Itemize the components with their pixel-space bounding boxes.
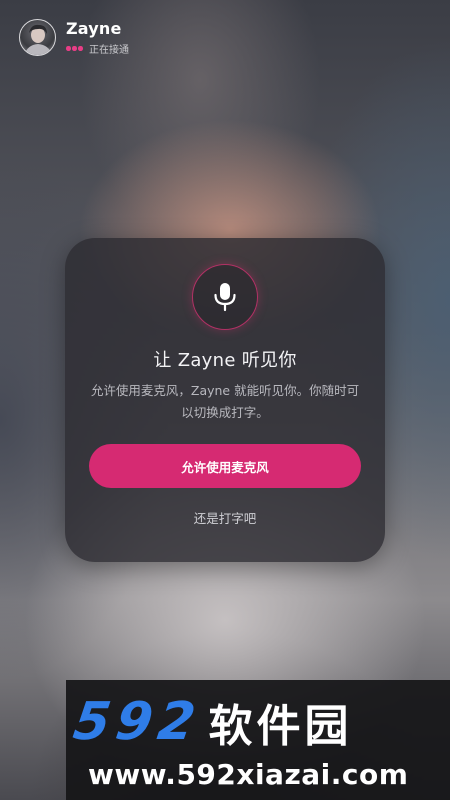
dialog-title: 让 Zayne 听见你 [153,350,297,371]
connecting-dots-icon [66,46,84,51]
avatar-portrait [24,24,53,55]
allow-microphone-button[interactable]: 允许使用麦克风 [89,444,361,488]
call-header: Zayne 正在接通 [19,19,129,56]
watermark-brand: 软件园 [208,701,353,752]
watermark-number: 592 [69,692,205,752]
microphone-icon [192,264,258,330]
avatar[interactable] [19,19,56,56]
call-status: 正在接通 [89,45,129,56]
use-typing-link[interactable]: 还是打字吧 [65,508,385,527]
contact-name: Zayne [66,19,122,38]
watermark-overlay: 592 软件园 www.592xiazai.com [66,680,450,800]
watermark-url: www.592xiazai.com [88,758,409,791]
microphone-permission-dialog: 让 Zayne 听见你 允许使用麦克风，Zayne 就能听见你。你随时可以切换成… [65,238,385,562]
dialog-description: 允许使用麦克风，Zayne 就能听见你。你随时可以切换成打字。 [90,383,360,420]
